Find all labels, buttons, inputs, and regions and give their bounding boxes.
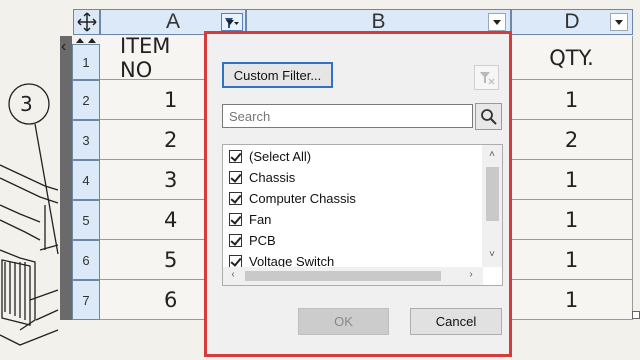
cell-qty[interactable]: 2 bbox=[511, 120, 633, 160]
row-number: 2 bbox=[82, 92, 90, 108]
filter-popup: Custom Filter... (Select All) Chassis Co… bbox=[204, 31, 512, 357]
collapse-triangles-icon bbox=[76, 38, 96, 43]
column-a-filter-button[interactable] bbox=[221, 13, 243, 31]
column-header-d[interactable]: D bbox=[511, 9, 633, 35]
column-b-dropdown-button[interactable] bbox=[488, 13, 506, 31]
vertical-scroll-thumb[interactable] bbox=[486, 167, 499, 221]
scroll-left-icon[interactable]: ‹ bbox=[223, 269, 243, 280]
column-letter: D bbox=[564, 10, 580, 33]
row-header-2[interactable]: 2 bbox=[72, 80, 100, 120]
checkbox[interactable] bbox=[229, 254, 242, 268]
cancel-button[interactable]: Cancel bbox=[410, 308, 502, 335]
search-button[interactable] bbox=[475, 103, 502, 130]
row-header-4[interactable]: 4 bbox=[72, 160, 100, 200]
horizontal-scroll-thumb[interactable] bbox=[245, 271, 441, 281]
list-item-pcb[interactable]: PCB bbox=[229, 230, 276, 250]
list-item-label: Chassis bbox=[249, 169, 296, 185]
checkbox[interactable] bbox=[229, 191, 242, 205]
table-move-handle[interactable] bbox=[73, 9, 100, 35]
row-number: 3 bbox=[82, 132, 90, 148]
list-item-select-all[interactable]: (Select All) bbox=[229, 146, 311, 166]
vertical-scrollbar[interactable]: ˄ ˅ bbox=[482, 145, 502, 267]
row-header-1[interactable]: 1 bbox=[72, 44, 100, 80]
checkbox[interactable] bbox=[229, 212, 242, 226]
cell-qty[interactable]: 1 bbox=[511, 240, 633, 280]
checkbox[interactable] bbox=[229, 170, 242, 184]
cell-qty-header[interactable]: QTY. bbox=[511, 36, 633, 80]
row-header-5[interactable]: 5 bbox=[72, 200, 100, 240]
row-number: 5 bbox=[82, 212, 90, 228]
column-letter: A bbox=[165, 10, 180, 33]
list-item-label: (Select All) bbox=[249, 148, 312, 164]
ok-button[interactable]: OK bbox=[298, 308, 389, 335]
clear-filter-button[interactable] bbox=[474, 65, 499, 90]
row-number: 6 bbox=[82, 252, 90, 268]
row-header-3[interactable]: 3 bbox=[72, 120, 100, 160]
column-d-dropdown-button[interactable] bbox=[610, 13, 628, 31]
checkbox[interactable] bbox=[229, 233, 242, 247]
table-resize-handle[interactable] bbox=[632, 311, 640, 319]
search-input[interactable] bbox=[222, 104, 473, 128]
custom-filter-button[interactable]: Custom Filter... bbox=[222, 62, 333, 88]
list-item-computer-chassis[interactable]: Computer Chassis bbox=[229, 188, 356, 208]
cell-qty[interactable]: 1 bbox=[511, 280, 633, 320]
list-item-chassis[interactable]: Chassis bbox=[229, 167, 295, 187]
list-item-label: Fan bbox=[249, 211, 272, 227]
scroll-down-icon[interactable]: ˅ bbox=[482, 249, 502, 260]
cell-qty[interactable]: 1 bbox=[511, 80, 633, 120]
horizontal-scrollbar[interactable]: ‹ › bbox=[223, 267, 483, 285]
scroll-right-icon[interactable]: › bbox=[461, 269, 481, 280]
scroll-up-icon[interactable]: ˄ bbox=[482, 149, 502, 160]
collapse-chevron-icon[interactable]: ‹ bbox=[61, 38, 66, 56]
row-number: 4 bbox=[82, 172, 90, 188]
row-number: 7 bbox=[82, 292, 90, 308]
list-item-label: PCB bbox=[249, 232, 276, 248]
checkbox[interactable] bbox=[229, 149, 242, 163]
cell-item-header[interactable]: ITEM NO bbox=[100, 34, 210, 82]
cell-qty[interactable]: 1 bbox=[511, 160, 633, 200]
table-left-border bbox=[60, 36, 72, 320]
list-item-fan[interactable]: Fan bbox=[229, 209, 271, 229]
row-header-6[interactable]: 6 bbox=[72, 240, 100, 280]
cell-qty[interactable]: 1 bbox=[511, 200, 633, 240]
row-number: 1 bbox=[82, 54, 90, 70]
search-icon bbox=[481, 109, 497, 125]
filter-funnel-icon bbox=[225, 18, 239, 28]
row-header-7[interactable]: 7 bbox=[72, 280, 100, 320]
clear-filter-icon bbox=[480, 72, 495, 85]
balloon-label: 3 bbox=[20, 92, 33, 116]
move-arrows-icon bbox=[77, 12, 97, 32]
filter-value-list[interactable]: (Select All) Chassis Computer Chassis Fa… bbox=[222, 144, 503, 286]
list-item-label: Computer Chassis bbox=[249, 190, 356, 206]
